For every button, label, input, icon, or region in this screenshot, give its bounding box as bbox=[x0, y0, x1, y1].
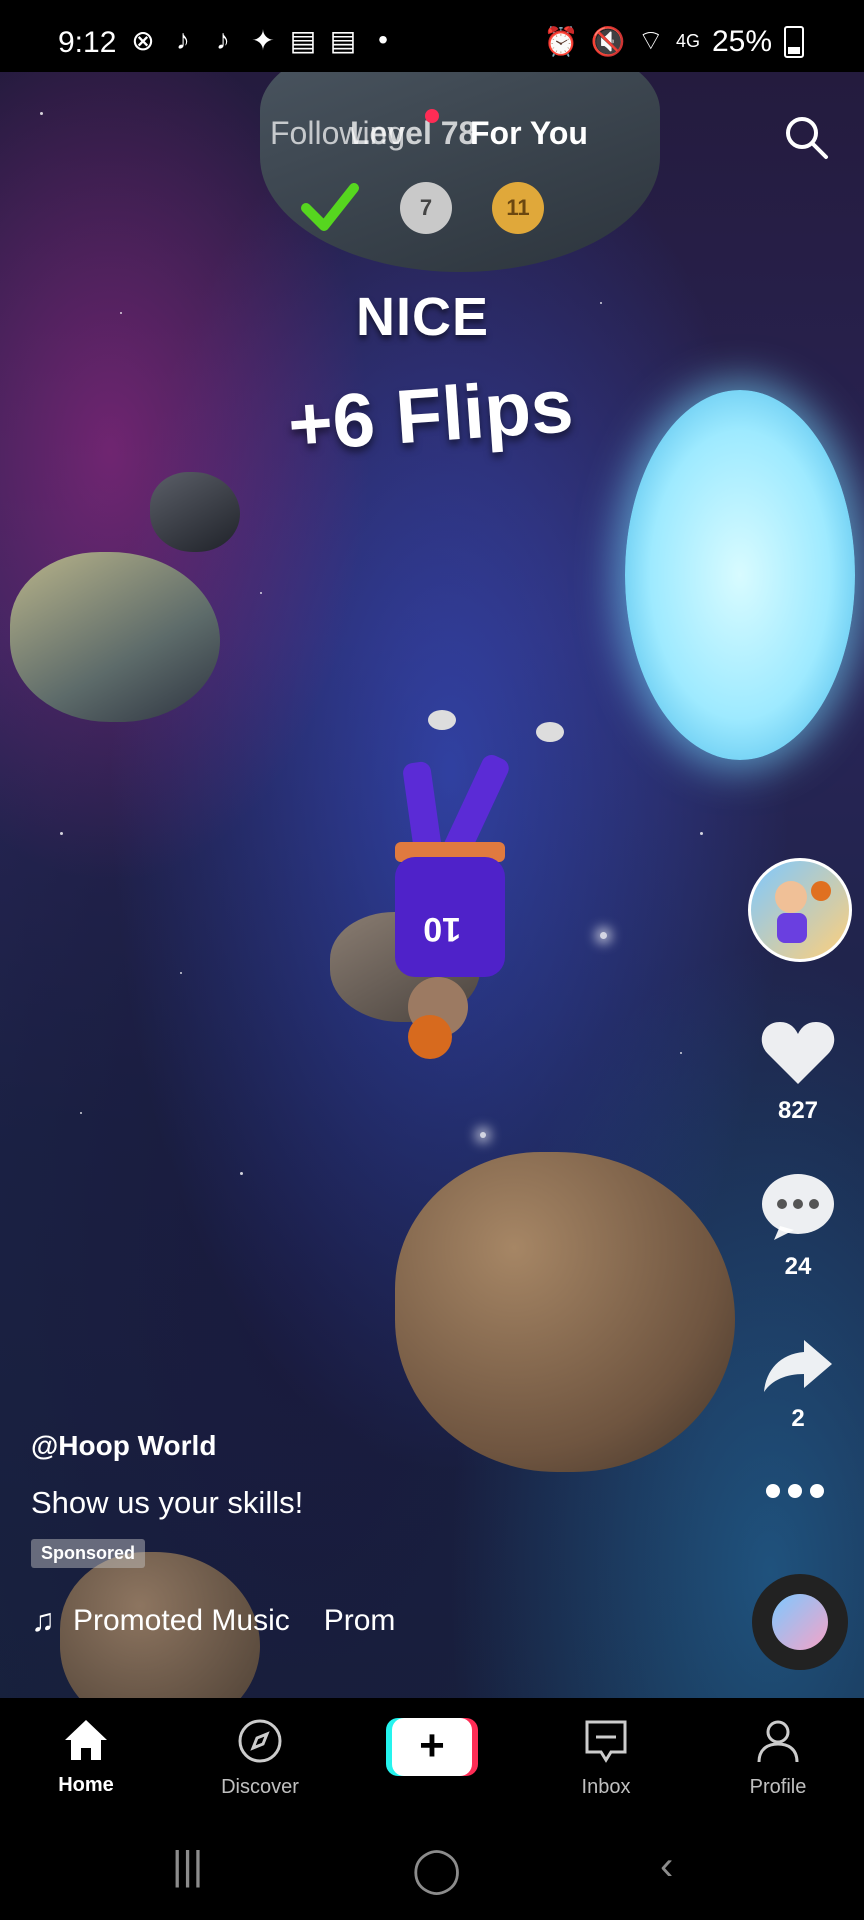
like-count: 827 bbox=[777, 1097, 819, 1124]
asteroid-large bbox=[395, 1152, 735, 1472]
nav-inbox-label: Inbox bbox=[581, 1776, 631, 1798]
search-icon[interactable] bbox=[782, 113, 830, 161]
checkmark-icon bbox=[301, 183, 359, 231]
portal-glow bbox=[625, 390, 855, 760]
star bbox=[120, 312, 122, 314]
creator-username[interactable]: @Hoop World bbox=[31, 1430, 216, 1462]
nice-text: NICE bbox=[356, 287, 490, 347]
comment-count: 24 bbox=[784, 1253, 812, 1280]
music-title: Promoted Music bbox=[73, 1603, 290, 1637]
nav-inbox[interactable]: Inbox bbox=[546, 1718, 666, 1799]
profile-icon bbox=[757, 1720, 799, 1763]
signal-icon: 4G bbox=[675, 31, 700, 51]
nav-home[interactable]: Home bbox=[26, 1718, 146, 1797]
nav-home-label: Home bbox=[58, 1774, 114, 1796]
xbox-icon: ⊗ bbox=[131, 25, 155, 56]
recent-apps-button[interactable]: ||| bbox=[172, 1844, 203, 1889]
share-arrow-icon bbox=[764, 1340, 832, 1392]
asteroid-left bbox=[10, 552, 220, 722]
wifi-icon: ⌔ bbox=[637, 25, 664, 56]
game-hud: 7 11 bbox=[300, 182, 544, 234]
notification-icons: ⊗ ♪ ♪ ✦ ▤ ▤ • bbox=[128, 24, 398, 57]
level-overlay-text: Level 78 bbox=[350, 115, 477, 151]
share-count: 2 bbox=[791, 1405, 805, 1432]
music-info[interactable]: ♫ Promoted Music Prom bbox=[31, 1602, 411, 1639]
like-action[interactable]: 827 bbox=[748, 1018, 848, 1125]
sparkle bbox=[480, 1132, 486, 1138]
nav-profile[interactable]: Profile bbox=[718, 1718, 838, 1799]
basketball-player: 10 bbox=[395, 710, 564, 1059]
hud-coin-silver: 7 bbox=[400, 182, 452, 234]
star bbox=[240, 1172, 243, 1175]
star bbox=[700, 832, 703, 835]
music-note-icon: ♫ bbox=[31, 1602, 55, 1638]
compass-icon bbox=[238, 1719, 282, 1763]
share-action[interactable]: 2 bbox=[748, 1336, 848, 1433]
star bbox=[60, 832, 63, 835]
home-system-button[interactable]: ◯ bbox=[412, 1844, 461, 1895]
system-nav: ||| ◯ ‹ bbox=[0, 1814, 864, 1920]
asteroid-top bbox=[260, 72, 660, 272]
battery-icon bbox=[784, 25, 804, 58]
hud-coin-gold: 11 bbox=[492, 182, 544, 234]
plus-icon: + bbox=[392, 1718, 472, 1776]
battery-text: 25% bbox=[711, 24, 772, 58]
mute-icon: 🔇 bbox=[590, 26, 626, 57]
more-options-icon[interactable] bbox=[766, 1484, 824, 1498]
asteroid-small bbox=[150, 472, 240, 552]
home-icon bbox=[65, 1720, 107, 1760]
heart-icon bbox=[761, 1022, 835, 1084]
svg-text:10: 10 bbox=[423, 910, 461, 948]
news-icon: ▤ bbox=[329, 25, 357, 56]
star bbox=[680, 1052, 682, 1054]
nav-discover[interactable]: Discover bbox=[200, 1718, 320, 1799]
back-button[interactable]: ‹ bbox=[660, 1844, 673, 1889]
tiktok-icon: ♪ bbox=[176, 24, 190, 55]
star bbox=[80, 1112, 82, 1114]
music-disc[interactable] bbox=[752, 1574, 848, 1670]
music-disc-image bbox=[772, 1594, 828, 1650]
creator-avatar[interactable] bbox=[748, 858, 852, 962]
comment-icon bbox=[762, 1174, 834, 1240]
nav-profile-label: Profile bbox=[749, 1776, 807, 1798]
sparkle bbox=[600, 932, 607, 939]
status-bar: 9:12 ⊗ ♪ ♪ ✦ ▤ ▤ • ⏰ 🔇 ⌔ 4G 25% bbox=[0, 0, 864, 72]
star bbox=[260, 592, 262, 594]
star bbox=[180, 972, 182, 974]
status-right: ⏰ 🔇 ⌔ 4G 25% bbox=[544, 24, 804, 59]
nav-discover-label: Discover bbox=[221, 1776, 299, 1798]
more-notifications-dot: • bbox=[378, 24, 388, 55]
twitter-icon: ✦ bbox=[251, 25, 275, 56]
music-title-scroll: Prom bbox=[323, 1603, 396, 1637]
inbox-icon bbox=[585, 1720, 627, 1763]
bottom-nav: Home Discover + Inbox Profile bbox=[0, 1698, 864, 1814]
star bbox=[600, 302, 602, 304]
avatar-image bbox=[775, 881, 831, 943]
create-button[interactable]: + bbox=[386, 1718, 478, 1776]
post-caption: Show us your skills! bbox=[31, 1485, 304, 1520]
alarm-icon: ⏰ bbox=[543, 26, 579, 57]
status-time: 9:12 bbox=[58, 26, 117, 59]
comment-action[interactable]: 24 bbox=[748, 1172, 848, 1281]
sponsored-badge: Sponsored bbox=[31, 1539, 146, 1568]
tiktok-icon: ♪ bbox=[216, 24, 230, 55]
top-nav: Following Level 78 For You bbox=[0, 105, 864, 165]
tab-for-you[interactable]: For You bbox=[470, 115, 588, 152]
live-indicator-dot bbox=[425, 109, 439, 123]
news-icon: ▤ bbox=[289, 25, 317, 56]
